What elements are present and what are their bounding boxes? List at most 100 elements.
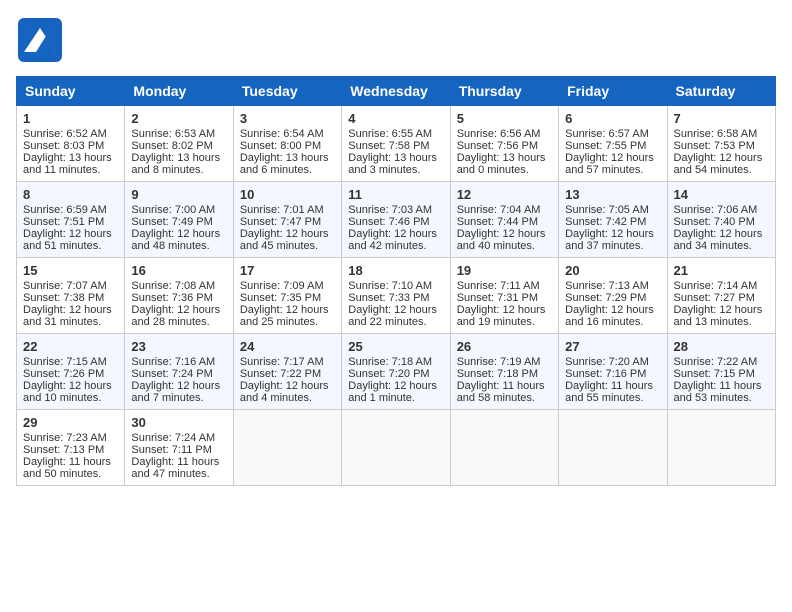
calendar-cell: 9Sunrise: 7:00 AMSunset: 7:49 PMDaylight…	[125, 182, 233, 258]
day-info-line: Sunrise: 6:55 AM	[348, 128, 443, 140]
calendar-cell: 23Sunrise: 7:16 AMSunset: 7:24 PMDayligh…	[125, 334, 233, 410]
calendar-cell: 16Sunrise: 7:08 AMSunset: 7:36 PMDayligh…	[125, 258, 233, 334]
day-number: 21	[674, 263, 769, 278]
day-info-line: Daylight: 12 hours	[348, 380, 443, 392]
day-info-line: Sunrise: 7:05 AM	[565, 204, 660, 216]
day-info-line: Sunrise: 7:09 AM	[240, 280, 335, 292]
day-info-line: Daylight: 13 hours	[23, 152, 118, 164]
day-info-line: Sunrise: 6:54 AM	[240, 128, 335, 140]
logo	[16, 16, 68, 64]
calendar-cell: 24Sunrise: 7:17 AMSunset: 7:22 PMDayligh…	[233, 334, 341, 410]
calendar-cell	[233, 410, 341, 486]
day-info-line: Daylight: 11 hours	[23, 456, 118, 468]
calendar-cell: 17Sunrise: 7:09 AMSunset: 7:35 PMDayligh…	[233, 258, 341, 334]
day-info-line: Daylight: 12 hours	[565, 228, 660, 240]
day-info-line: and 58 minutes.	[457, 392, 552, 404]
day-info-line: Daylight: 12 hours	[23, 228, 118, 240]
day-info-line: and 54 minutes.	[674, 164, 769, 176]
calendar-table: SundayMondayTuesdayWednesdayThursdayFrid…	[16, 76, 776, 486]
day-info-line: and 57 minutes.	[565, 164, 660, 176]
day-info-line: and 0 minutes.	[457, 164, 552, 176]
calendar-cell: 28Sunrise: 7:22 AMSunset: 7:15 PMDayligh…	[667, 334, 775, 410]
day-info-line: Daylight: 12 hours	[457, 304, 552, 316]
day-info-line: Sunset: 7:40 PM	[674, 216, 769, 228]
day-info-line: Sunrise: 7:13 AM	[565, 280, 660, 292]
day-number: 30	[131, 415, 226, 430]
day-info-line: Daylight: 12 hours	[674, 152, 769, 164]
day-number: 24	[240, 339, 335, 354]
day-number: 4	[348, 111, 443, 126]
weekday-header-monday: Monday	[125, 77, 233, 106]
calendar-cell: 25Sunrise: 7:18 AMSunset: 7:20 PMDayligh…	[342, 334, 450, 410]
calendar-cell	[667, 410, 775, 486]
day-info-line: Sunset: 7:38 PM	[23, 292, 118, 304]
day-number: 2	[131, 111, 226, 126]
day-number: 1	[23, 111, 118, 126]
day-info-line: Daylight: 11 hours	[565, 380, 660, 392]
logo-icon	[16, 16, 64, 64]
calendar-cell: 1Sunrise: 6:52 AMSunset: 8:03 PMDaylight…	[17, 106, 125, 182]
calendar-cell: 6Sunrise: 6:57 AMSunset: 7:55 PMDaylight…	[559, 106, 667, 182]
day-info-line: Daylight: 12 hours	[23, 380, 118, 392]
day-number: 13	[565, 187, 660, 202]
day-info-line: Daylight: 12 hours	[348, 228, 443, 240]
day-info-line: and 10 minutes.	[23, 392, 118, 404]
day-number: 10	[240, 187, 335, 202]
day-number: 28	[674, 339, 769, 354]
weekday-header-tuesday: Tuesday	[233, 77, 341, 106]
day-info-line: Sunset: 7:13 PM	[23, 444, 118, 456]
day-number: 11	[348, 187, 443, 202]
day-info-line: Sunset: 7:42 PM	[565, 216, 660, 228]
calendar-cell: 18Sunrise: 7:10 AMSunset: 7:33 PMDayligh…	[342, 258, 450, 334]
calendar-week-row: 8Sunrise: 6:59 AMSunset: 7:51 PMDaylight…	[17, 182, 776, 258]
day-info-line: Sunrise: 7:16 AM	[131, 356, 226, 368]
day-info-line: Sunrise: 6:57 AM	[565, 128, 660, 140]
calendar-cell: 4Sunrise: 6:55 AMSunset: 7:58 PMDaylight…	[342, 106, 450, 182]
weekday-header-wednesday: Wednesday	[342, 77, 450, 106]
day-info-line: Sunset: 7:33 PM	[348, 292, 443, 304]
day-info-line: Sunset: 7:26 PM	[23, 368, 118, 380]
day-info-line: Sunset: 7:58 PM	[348, 140, 443, 152]
day-info-line: Daylight: 12 hours	[131, 380, 226, 392]
day-info-line: Sunrise: 7:17 AM	[240, 356, 335, 368]
day-info-line: Sunset: 7:44 PM	[457, 216, 552, 228]
day-number: 17	[240, 263, 335, 278]
calendar-cell: 20Sunrise: 7:13 AMSunset: 7:29 PMDayligh…	[559, 258, 667, 334]
day-info-line: Sunset: 7:29 PM	[565, 292, 660, 304]
day-info-line: Sunrise: 7:19 AM	[457, 356, 552, 368]
page-header	[16, 16, 776, 64]
day-info-line: and 3 minutes.	[348, 164, 443, 176]
calendar-cell: 22Sunrise: 7:15 AMSunset: 7:26 PMDayligh…	[17, 334, 125, 410]
day-info-line: Sunset: 7:16 PM	[565, 368, 660, 380]
day-info-line: and 11 minutes.	[23, 164, 118, 176]
day-number: 12	[457, 187, 552, 202]
day-info-line: Daylight: 12 hours	[131, 228, 226, 240]
day-number: 22	[23, 339, 118, 354]
day-info-line: Sunrise: 7:10 AM	[348, 280, 443, 292]
day-number: 7	[674, 111, 769, 126]
day-number: 27	[565, 339, 660, 354]
day-info-line: Daylight: 12 hours	[23, 304, 118, 316]
day-info-line: Sunrise: 7:14 AM	[674, 280, 769, 292]
day-info-line: Sunrise: 7:06 AM	[674, 204, 769, 216]
day-info-line: Sunset: 7:15 PM	[674, 368, 769, 380]
day-info-line: Daylight: 12 hours	[457, 228, 552, 240]
day-info-line: Sunrise: 6:53 AM	[131, 128, 226, 140]
day-info-line: Daylight: 12 hours	[240, 304, 335, 316]
day-info-line: Sunrise: 7:07 AM	[23, 280, 118, 292]
calendar-cell: 13 Sunrise: 7:05 AMSunset: 7:42 PMDayligh…	[559, 182, 667, 258]
day-info-line: and 53 minutes.	[674, 392, 769, 404]
day-info-line: Daylight: 13 hours	[240, 152, 335, 164]
day-info-line: Sunset: 7:18 PM	[457, 368, 552, 380]
day-info-line: Sunrise: 6:59 AM	[23, 204, 118, 216]
calendar-cell	[559, 410, 667, 486]
day-number: 15	[23, 263, 118, 278]
day-info-line: Daylight: 11 hours	[674, 380, 769, 392]
day-info-line: Daylight: 13 hours	[131, 152, 226, 164]
calendar-cell: 2Sunrise: 6:53 AMSunset: 8:02 PMDaylight…	[125, 106, 233, 182]
day-number: 23	[131, 339, 226, 354]
day-info-line: Daylight: 12 hours	[240, 228, 335, 240]
day-info-line: Sunrise: 7:11 AM	[457, 280, 552, 292]
weekday-header-saturday: Saturday	[667, 77, 775, 106]
day-info-line: Daylight: 11 hours	[457, 380, 552, 392]
